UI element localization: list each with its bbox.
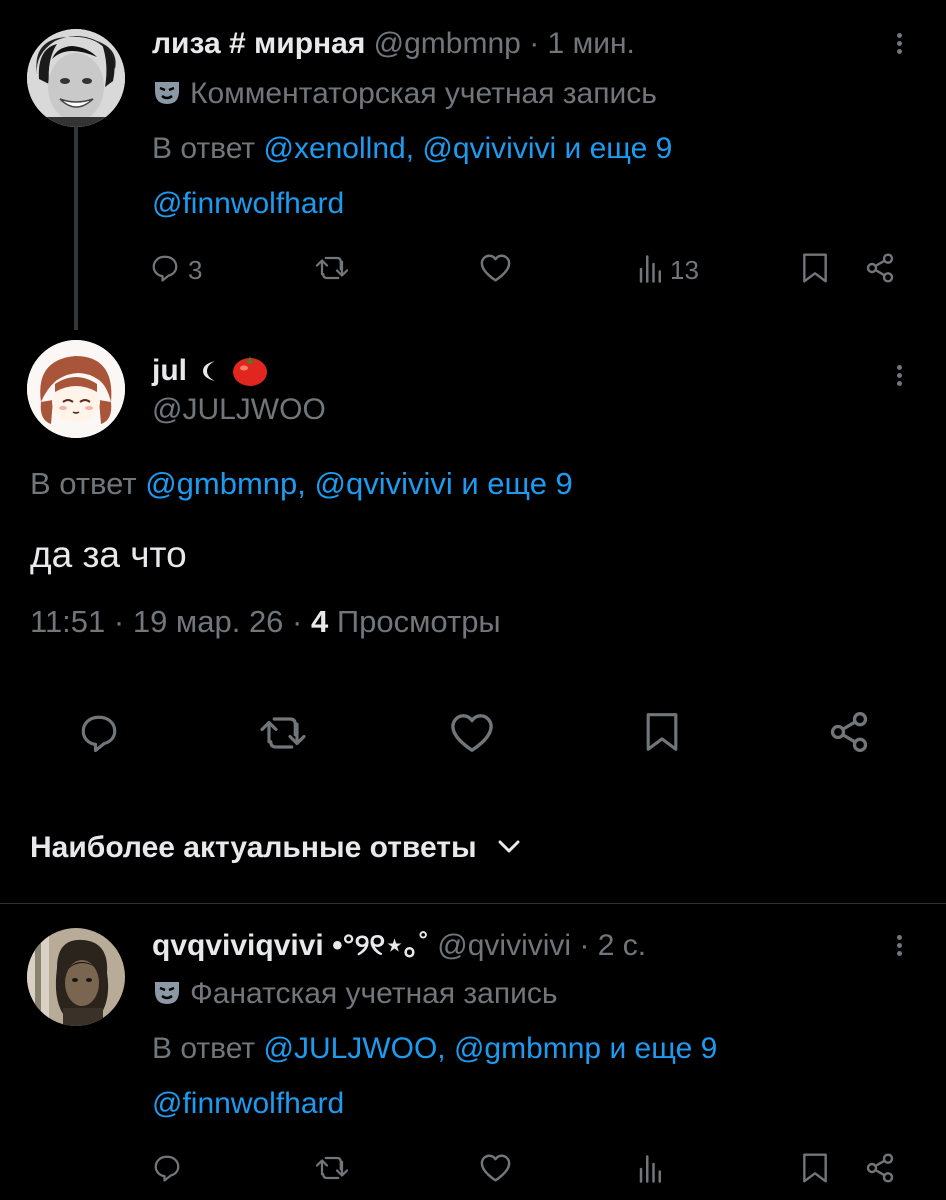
separator: · (579, 929, 590, 962)
reply-prefix: В ответ (152, 132, 256, 165)
reply-prefix: В ответ (152, 1032, 256, 1065)
reply-mentions[interactable]: @JULJWOO, @gmbmnp и еще 9 (263, 1032, 717, 1065)
thread-line (74, 126, 78, 330)
divider (0, 903, 946, 904)
share-icon[interactable] (863, 252, 897, 284)
timestamp[interactable]: 2 с. (598, 929, 646, 962)
like-icon[interactable] (449, 712, 495, 754)
views-icon[interactable] (636, 1154, 666, 1184)
moon-icon (199, 357, 221, 393)
tweet-timestamp[interactable]: 11:51 · 19 мар. 26 · (30, 604, 302, 639)
reply-icon[interactable] (150, 253, 180, 283)
separator: · (529, 27, 540, 60)
reply-mentions[interactable]: @gmbmnp, @qvivivivi и еще 9 (145, 466, 573, 501)
reply-context-line2: @finnwolfhard (152, 186, 344, 222)
tweet-header: qvqviviqvivi •°୨୧⋆｡˚ @qvivivivi · 2 с. (152, 928, 646, 964)
author-name[interactable]: лиза # мирная (152, 27, 365, 60)
tweet-text: да за что (30, 534, 187, 575)
account-label: Комментаторская учетная запись (190, 77, 657, 110)
reply-count: 3 (188, 255, 203, 285)
reply-context: В ответ @JULJWOO, @gmbmnp и еще 9 (152, 1031, 717, 1067)
views-count: 4 (310, 604, 329, 639)
author-handle[interactable]: @gmbmnp (374, 27, 521, 60)
tomato-icon (230, 350, 270, 397)
mask-icon (152, 977, 182, 1016)
timestamp[interactable]: 1 мин. (548, 27, 635, 60)
chevron-down-icon (497, 826, 521, 866)
more-icon[interactable] (892, 362, 906, 389)
more-icon[interactable] (892, 30, 906, 57)
share-icon[interactable] (826, 710, 872, 754)
reply-mention[interactable]: @finnwolfhard (152, 1087, 344, 1120)
author-name[interactable]: qvqviviqvivi •°୨୧⋆｡˚ (152, 929, 429, 962)
reply-context-line2: @finnwolfhard (152, 1086, 344, 1122)
author-handle[interactable]: @qvivivivi (437, 929, 571, 962)
bookmark-icon[interactable] (643, 710, 681, 754)
retweet-icon[interactable] (314, 1153, 350, 1183)
account-label-row: Комментаторская учетная запись (152, 76, 657, 116)
views-icon[interactable] (636, 254, 666, 284)
more-icon[interactable] (892, 932, 906, 959)
author-name-row: jul (152, 350, 270, 397)
reply-prefix: В ответ (30, 466, 137, 501)
bookmark-icon[interactable] (800, 252, 830, 284)
reply-context: В ответ @xenollnd, @qvivivivi и еще 9 (152, 131, 672, 167)
author-handle[interactable]: @JULJWOO (152, 392, 326, 428)
reply-icon[interactable] (152, 1153, 182, 1183)
replies-sort-label: Наиболее актуальные ответы (30, 831, 477, 864)
mask-icon (152, 77, 182, 116)
views-label: Просмотры (336, 604, 501, 639)
replies-sort-dropdown[interactable]: Наиболее актуальные ответы (30, 826, 521, 868)
avatar[interactable] (27, 29, 125, 127)
reply-mention[interactable]: @finnwolfhard (152, 187, 344, 220)
reply-context: В ответ @gmbmnp, @qvivivivi и еще 9 (30, 466, 573, 502)
reply-mentions[interactable]: @xenollnd, @qvivivivi и еще 9 (263, 132, 672, 165)
reply-icon[interactable] (78, 712, 120, 754)
like-icon[interactable] (479, 253, 512, 283)
avatar[interactable] (27, 928, 125, 1026)
tweet-meta: 11:51 · 19 мар. 26 · 4 Просмотры (30, 604, 501, 640)
views-count: 13 (670, 255, 699, 285)
account-label-row: Фанатская учетная запись (152, 976, 558, 1016)
avatar[interactable] (27, 340, 125, 438)
share-icon[interactable] (863, 1152, 897, 1184)
bookmark-icon[interactable] (800, 1152, 830, 1184)
tweet-header: лиза # мирная @gmbmnp · 1 мин. (152, 26, 635, 62)
retweet-icon[interactable] (314, 253, 350, 283)
like-icon[interactable] (479, 1153, 512, 1183)
retweet-icon[interactable] (258, 712, 308, 754)
author-name[interactable]: jul (152, 354, 187, 387)
account-label: Фанатская учетная запись (190, 977, 558, 1010)
